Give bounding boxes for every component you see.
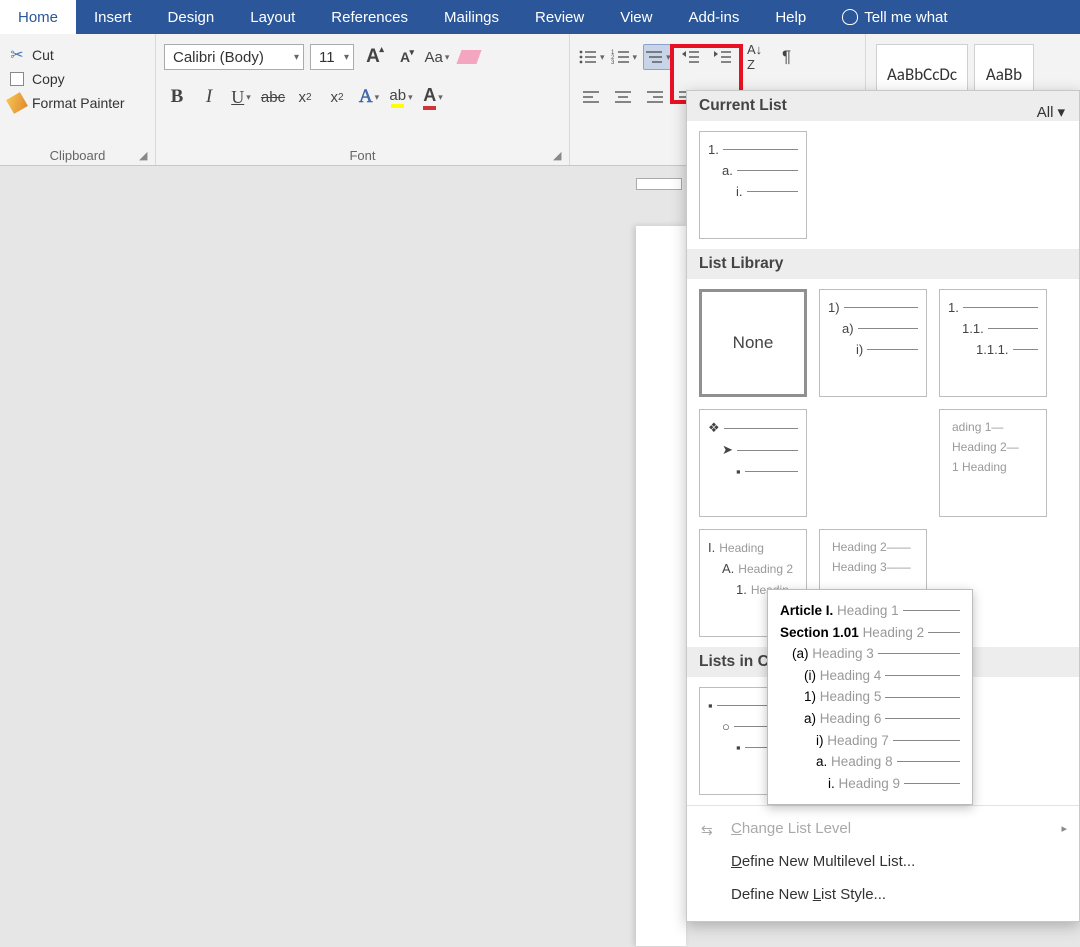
- tab-view[interactable]: View: [602, 0, 670, 34]
- eraser-icon: [456, 50, 481, 64]
- change-list-level-item: ⇆ Change List Level ▸: [687, 812, 1079, 845]
- font-name-combo[interactable]: Calibri (Body) ▾: [164, 44, 304, 70]
- sort-button[interactable]: A↓Z: [742, 44, 768, 70]
- grow-font-button[interactable]: A▴: [360, 44, 386, 70]
- cut-button[interactable]: ✂ Cut: [8, 46, 147, 64]
- all-filter-button[interactable]: All▾: [1037, 103, 1065, 121]
- font-group-label: Font: [156, 148, 569, 163]
- shrink-font-button[interactable]: A▾: [392, 44, 418, 70]
- tab-mailings[interactable]: Mailings: [426, 0, 517, 34]
- numbering-button[interactable]: 123▾: [611, 44, 638, 70]
- multilevel-list-dropdown: All▾ Current List 1. a. i. List Library …: [686, 90, 1080, 922]
- align-center-icon: [613, 89, 633, 105]
- ruler-fragment: [636, 178, 682, 190]
- define-new-multilevel-list-item[interactable]: Define New Multilevel List...: [687, 845, 1079, 878]
- section-current-list: Current List: [687, 91, 1079, 121]
- cut-label: Cut: [32, 47, 54, 63]
- list-library-1paren[interactable]: 1) a) i): [819, 289, 927, 397]
- numbering-icon: 123: [611, 49, 631, 65]
- paintbrush-icon: [8, 94, 26, 112]
- multilevel-list-button[interactable]: ▾: [643, 44, 672, 70]
- clipboard-dialog-launcher[interactable]: ◢: [139, 149, 151, 161]
- define-new-list-style-item[interactable]: Define New List Style...: [687, 878, 1079, 911]
- font-name-value: Calibri (Body): [173, 49, 264, 66]
- submenu-arrow-icon: ▸: [1061, 822, 1067, 835]
- tab-home[interactable]: Home: [0, 0, 76, 34]
- clear-formatting-button[interactable]: [456, 44, 482, 70]
- font-color-button[interactable]: A▾: [420, 84, 446, 110]
- bullets-icon: [578, 49, 598, 65]
- current-list-tile[interactable]: 1. a. i.: [699, 131, 807, 239]
- multilevel-list-icon: [644, 49, 664, 65]
- tab-design[interactable]: Design: [150, 0, 233, 34]
- copy-button[interactable]: Copy: [8, 70, 147, 88]
- font-size-combo[interactable]: 11 ▾: [310, 44, 354, 70]
- scissors-icon: ✂: [8, 46, 26, 64]
- increase-indent-button[interactable]: [710, 44, 736, 70]
- font-size-value: 11: [319, 49, 335, 66]
- indent-icon: ⇆: [701, 822, 713, 839]
- highlight-color-button[interactable]: ab▾: [388, 84, 414, 110]
- change-case-button[interactable]: Aa▾: [424, 44, 450, 70]
- format-painter-button[interactable]: Format Painter: [8, 94, 147, 112]
- align-center-button[interactable]: [610, 84, 636, 110]
- tell-me-label: Tell me what: [864, 9, 947, 26]
- caret-down-icon: ▾: [294, 52, 299, 63]
- group-font: Calibri (Body) ▾ 11 ▾ A▴ A▾ Aa▾ B I U▾ a…: [156, 34, 570, 165]
- tab-addins[interactable]: Add-ins: [670, 0, 757, 34]
- bold-button[interactable]: B: [164, 84, 190, 110]
- tell-me-search[interactable]: Tell me what: [832, 0, 957, 34]
- multilevel-menu: ⇆ Change List Level ▸ Define New Multile…: [687, 805, 1079, 917]
- lightbulb-icon: [842, 9, 858, 25]
- strikethrough-button[interactable]: abc: [260, 84, 286, 110]
- section-list-library: List Library: [687, 249, 1079, 279]
- document-page[interactable]: [636, 226, 686, 946]
- underline-button[interactable]: U▾: [228, 84, 254, 110]
- superscript-button[interactable]: x2: [324, 84, 350, 110]
- align-right-button[interactable]: [642, 84, 668, 110]
- tab-layout[interactable]: Layout: [232, 0, 313, 34]
- subscript-button[interactable]: x2: [292, 84, 318, 110]
- increase-indent-icon: [713, 49, 733, 65]
- align-left-icon: [581, 89, 601, 105]
- list-library-none[interactable]: None: [699, 289, 807, 397]
- ribbon-tabs: Home Insert Design Layout References Mai…: [0, 0, 1080, 34]
- list-library-heading-a[interactable]: ading 1— Heading 2— 1 Heading: [939, 409, 1047, 517]
- list-library-symbols[interactable]: ❖ ➤ ▪: [699, 409, 807, 517]
- copy-label: Copy: [32, 71, 65, 87]
- tab-help[interactable]: Help: [757, 0, 824, 34]
- tab-review[interactable]: Review: [517, 0, 602, 34]
- tab-references[interactable]: References: [313, 0, 426, 34]
- italic-button[interactable]: I: [196, 84, 222, 110]
- decrease-indent-icon: [681, 49, 701, 65]
- caret-down-icon: ▾: [344, 52, 349, 63]
- list-library-1dot[interactable]: 1. 1.1. 1.1.1.: [939, 289, 1047, 397]
- format-painter-label: Format Painter: [32, 95, 125, 111]
- bullets-button[interactable]: ▾: [578, 44, 605, 70]
- tab-insert[interactable]: Insert: [76, 0, 150, 34]
- clipboard-group-label: Clipboard: [0, 148, 155, 163]
- align-left-button[interactable]: [578, 84, 604, 110]
- multilevel-preview-tooltip: Article I. Heading 1 Section 1.01 Headin…: [767, 589, 973, 805]
- text-effects-button[interactable]: A▾: [356, 84, 382, 110]
- caret-down-icon: ▾: [1057, 103, 1065, 121]
- font-dialog-launcher[interactable]: ◢: [553, 149, 565, 161]
- decrease-indent-button[interactable]: [678, 44, 704, 70]
- align-right-icon: [645, 89, 665, 105]
- group-clipboard: ✂ Cut Copy Format Painter Clipboard ◢: [0, 34, 156, 165]
- copy-icon: [8, 70, 26, 88]
- svg-text:3: 3: [611, 60, 615, 65]
- show-hide-marks-button[interactable]: ¶: [774, 44, 800, 70]
